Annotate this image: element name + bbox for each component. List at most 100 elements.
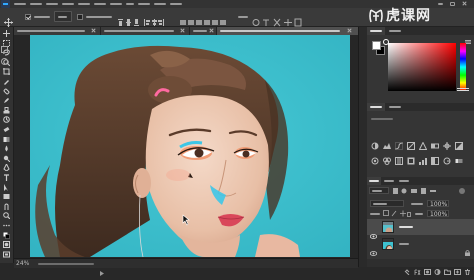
invert-icon[interactable] [407, 150, 415, 165]
color-swatch-icon[interactable] [3, 232, 10, 239]
close-tab-icon[interactable] [209, 28, 214, 33]
show-transform-controls-checkbox[interactable] [77, 14, 83, 20]
close-tab-icon[interactable] [180, 28, 185, 33]
type-tool-icon[interactable] [3, 174, 10, 181]
vibrance-icon[interactable] [418, 135, 428, 150]
threshold-icon[interactable] [431, 150, 439, 165]
document-tab-3[interactable] [190, 27, 217, 35]
photo-filter-icon[interactable] [371, 150, 379, 165]
menu-select[interactable] [94, 1, 108, 7]
move-tool-icon[interactable] [3, 30, 10, 37]
auto-select-checkbox[interactable] [25, 14, 31, 20]
menu-view[interactable] [138, 1, 152, 7]
align-buttons-group[interactable] [118, 12, 174, 26]
trash-icon[interactable] [464, 260, 471, 276]
color-picker-field[interactable] [388, 43, 456, 91]
dodge-tool-icon[interactable] [3, 155, 10, 162]
menu-edit[interactable] [30, 1, 44, 7]
history-panel-icon[interactable] [1, 38, 8, 53]
eye-icon[interactable] [369, 224, 378, 239]
foreground-color-swatch[interactable] [372, 41, 381, 50]
screen-mode-icon[interactable] [3, 251, 10, 258]
filter-toggle-icon[interactable] [459, 188, 465, 194]
channel-mixer-icon[interactable] [383, 150, 391, 165]
new-layer-icon[interactable] [454, 260, 461, 275]
gradient-map-icon[interactable] [455, 150, 463, 163]
selective-color-icon[interactable] [443, 150, 451, 165]
exposure-icon[interactable] [407, 135, 415, 150]
adjustment-layer-icon[interactable] [434, 260, 441, 275]
curves-icon[interactable] [394, 135, 404, 150]
zoom-tool-icon[interactable] [3, 212, 10, 220]
hand-tool-icon[interactable] [3, 203, 10, 210]
hue-slider-handle[interactable] [457, 88, 469, 91]
tab-adjustments[interactable] [367, 103, 385, 111]
menu-type[interactable] [78, 1, 92, 7]
eyedropper-tool-icon[interactable] [3, 78, 10, 85]
close-tab-icon[interactable] [347, 28, 352, 33]
tab-color[interactable] [367, 27, 385, 35]
layer-kind-filter-dropdown[interactable] [369, 187, 389, 194]
menu-filter[interactable] [110, 1, 124, 7]
brush-tool-icon[interactable] [3, 97, 10, 104]
layer-row-background[interactable] [367, 236, 474, 256]
document-tab-1[interactable] [14, 27, 101, 35]
path-select-tool-icon[interactable] [3, 183, 10, 191]
group-icon[interactable] [444, 260, 451, 275]
menu-image[interactable] [46, 1, 60, 7]
layer-name-background[interactable] [399, 243, 409, 245]
more-tools-icon[interactable] [3, 222, 10, 229]
color-lookup-icon[interactable] [395, 150, 403, 165]
levels-icon[interactable] [383, 135, 391, 149]
eye-icon[interactable] [369, 241, 378, 256]
layer-name-top[interactable] [399, 226, 413, 228]
opacity-value[interactable]: 100% [430, 201, 447, 208]
move-tool-preset-icon[interactable] [4, 12, 13, 27]
link-icon[interactable] [404, 260, 411, 276]
tab-styles[interactable] [386, 103, 404, 111]
menu-file[interactable] [14, 1, 28, 7]
hue-slider[interactable] [460, 43, 466, 91]
status-menu-arrow-icon[interactable] [100, 261, 104, 276]
blend-mode-dropdown[interactable] [370, 200, 404, 207]
fill-value[interactable]: 100% [430, 211, 447, 218]
quick-mask-icon[interactable] [3, 241, 10, 249]
history-brush-tool-icon[interactable] [3, 116, 10, 124]
document-canvas[interactable] [30, 35, 350, 257]
document-tab-2[interactable] [101, 27, 190, 35]
pen-tool-icon[interactable] [3, 164, 10, 172]
brightness-contrast-icon[interactable] [371, 135, 379, 150]
gradient-tool-icon[interactable] [3, 136, 10, 143]
3d-mode-buttons[interactable] [252, 12, 302, 27]
tab-paths[interactable] [397, 177, 411, 185]
color-picker-marker[interactable] [383, 39, 389, 45]
menu-layer[interactable] [62, 1, 76, 7]
fill-field[interactable]: 100% [427, 210, 449, 218]
panel-menu-icon[interactable] [465, 29, 471, 44]
menu-help[interactable] [170, 1, 184, 7]
rectangle-tool-icon[interactable] [3, 193, 10, 200]
crop-tool-icon[interactable] [3, 68, 10, 76]
document-tab-active[interactable] [217, 27, 359, 35]
clone-stamp-tool-icon[interactable] [3, 106, 10, 114]
tab-swatches[interactable] [386, 27, 404, 35]
menu-window[interactable] [154, 1, 168, 7]
properties-panel-icon[interactable] [1, 50, 8, 65]
opacity-field[interactable]: 100% [427, 200, 449, 208]
menu-3d[interactable] [126, 1, 136, 7]
tab-channels[interactable] [382, 177, 396, 185]
distribute-buttons-group[interactable] [180, 12, 228, 25]
blur-tool-icon[interactable] [3, 145, 10, 152]
hue-saturation-icon[interactable] [431, 135, 439, 149]
black-white-icon[interactable] [455, 135, 463, 150]
close-tab-icon[interactable] [91, 28, 96, 33]
tab-layers[interactable] [367, 177, 381, 185]
healing-brush-tool-icon[interactable] [3, 88, 10, 95]
fx-icon[interactable] [414, 260, 421, 276]
mask-icon[interactable] [424, 260, 431, 275]
color-balance-icon[interactable] [443, 135, 451, 150]
auto-select-dropdown[interactable] [54, 11, 72, 22]
posterize-icon[interactable] [419, 150, 427, 165]
eraser-tool-icon[interactable] [3, 126, 10, 133]
layer-row-top[interactable] [367, 219, 474, 239]
